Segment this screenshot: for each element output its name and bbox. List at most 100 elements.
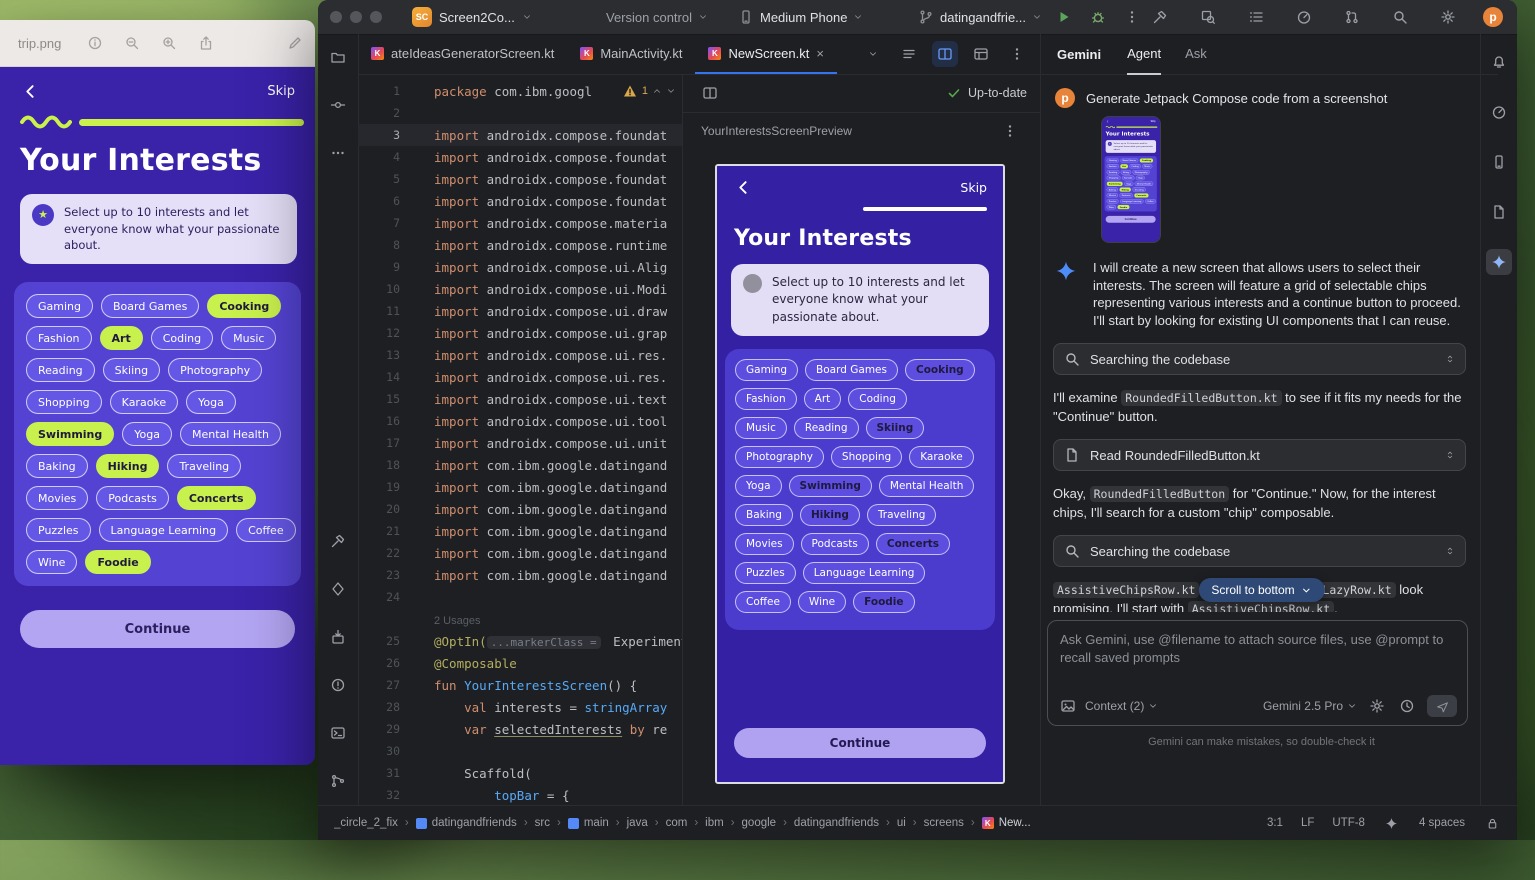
share-icon[interactable] [198,35,214,51]
profiler-icon[interactable] [1291,4,1317,30]
gradle-icon[interactable] [1486,99,1512,125]
breadcrumb-item[interactable]: K datingandfriends [794,817,897,829]
app-insights-icon[interactable] [325,576,351,602]
code-line[interactable]: 23import com.ibm.google.datingand [358,564,682,586]
code-line[interactable]: 18import com.ibm.google.datingand [358,454,682,476]
todo-list-icon[interactable] [1243,4,1269,30]
problems-icon[interactable] [325,672,351,698]
gemini-prompt-input[interactable] [1058,629,1457,685]
code-line[interactable]: 6import androidx.compose.foundat [358,190,682,212]
code-line[interactable]: 1package com.ibm.googl1 [358,80,682,102]
branch-selector[interactable]: datingandfrie... [918,0,1042,34]
breadcrumb-item[interactable]: K main [568,817,627,829]
preview-options-icon[interactable] [997,118,1023,144]
editor-tab[interactable]: K NewScreen.kt × [695,34,837,74]
code-line[interactable]: 25@OptIn(...markerClass = Experiment [358,630,682,652]
code-line[interactable]: 24 [358,586,682,608]
version-control-icon[interactable] [325,768,351,794]
breadcrumb-item[interactable]: K src [535,817,568,829]
split-view-icon[interactable] [932,41,958,67]
markup-icon[interactable] [287,35,303,51]
breadcrumb-item[interactable]: K New... [982,817,1031,829]
info-icon[interactable] [87,35,103,51]
tool-call-row[interactable]: Searching the codebase [1053,535,1466,567]
expand-icon[interactable] [1445,354,1455,364]
notifications-icon[interactable] [1486,49,1512,75]
tool-call-row[interactable]: Read RoundedFilledButton.kt [1053,439,1466,471]
code-line[interactable]: 14import androidx.compose.ui.res. [358,366,682,388]
profile-avatar[interactable]: p [1483,7,1503,27]
caret-position[interactable]: 3:1 [1267,817,1283,829]
code-line[interactable]: 30 [358,740,682,762]
code-line[interactable]: 9import androidx.compose.ui.Alig [358,256,682,278]
gemini-tab[interactable]: Ask [1185,33,1207,75]
screenshot-thumbnail[interactable]: Skip Your Interests ★ Select up to 10 in… [1101,116,1161,243]
context-selector[interactable]: Context (2) [1085,699,1158,713]
ai-status-icon[interactable] [1383,814,1401,832]
breadcrumb-item[interactable]: K datingandfriends [416,817,535,829]
indent-setting[interactable]: 4 spaces [1419,817,1465,829]
history-icon[interactable] [1397,696,1417,716]
attach-image-icon[interactable] [1058,696,1078,716]
expand-icon[interactable] [1445,450,1455,460]
hidden-tabs-icon[interactable] [860,41,886,67]
code-line[interactable]: 2 [358,102,682,124]
tool-call-row[interactable]: Searching the codebase [1053,343,1466,375]
build-icon[interactable] [1147,4,1173,30]
pull-requests-icon[interactable] [1339,4,1365,30]
more-tool-windows-icon[interactable] [325,140,351,166]
line-ending[interactable]: LF [1301,817,1314,829]
inspections-widget[interactable]: 1 [622,83,682,99]
minimize-button[interactable] [350,11,362,23]
preview-phone-frame[interactable]: Skip Your Interests Select up to 10 inte… [715,164,1005,784]
settings-icon[interactable] [1435,4,1461,30]
code-editor[interactable]: 1package com.ibm.googl123import androidx… [358,74,682,806]
zoom-out-icon[interactable] [124,35,140,51]
lock-icon[interactable] [1483,814,1501,832]
code-line[interactable]: 22import com.ibm.google.datingand [358,542,682,564]
breadcrumb-item[interactable]: K google [742,817,794,829]
file-encoding[interactable]: UTF-8 [1332,817,1365,829]
breadcrumb-item[interactable]: K ui [897,817,924,829]
expand-icon[interactable] [1445,546,1455,556]
run-button[interactable] [1056,0,1072,34]
breadcrumb-item[interactable]: K screens [924,817,982,829]
code-line[interactable]: 12import androidx.compose.ui.grap [358,322,682,344]
code-view-icon[interactable] [896,41,922,67]
code-line[interactable]: 13import androidx.compose.ui.res. [358,344,682,366]
project-tool-icon[interactable] [325,44,351,70]
code-line[interactable]: 7import androidx.compose.materia [358,212,682,234]
terminal-icon[interactable] [325,720,351,746]
code-line[interactable]: 17import androidx.compose.ui.unit [358,432,682,454]
code-line[interactable]: 10import androidx.compose.ui.Modi [358,278,682,300]
preview-layout-icon[interactable] [697,80,723,106]
model-selector[interactable]: Gemini 2.5 Pro [1263,699,1357,713]
vcs-widget[interactable]: Version control [606,0,708,34]
send-button[interactable] [1427,695,1457,717]
editor-tab[interactable]: K MainActivity.kt × [567,34,695,74]
more-actions-icon[interactable] [1124,0,1140,34]
resource-manager-icon[interactable] [1486,199,1512,225]
gemini-tab[interactable]: Agent [1127,33,1161,75]
code-line[interactable]: 32 topBar = { [358,784,682,806]
code-line[interactable]: 26@Composable [358,652,682,674]
running-devices-icon[interactable] [1486,149,1512,175]
code-line[interactable]: 20import com.ibm.google.datingand [358,498,682,520]
code-line[interactable]: 16import androidx.compose.ui.tool [358,410,682,432]
design-view-icon[interactable] [968,41,994,67]
editor-tab[interactable]: K ateIdeasGeneratorScreen.kt × [358,34,567,74]
breadcrumb-item[interactable]: K com [666,817,706,829]
code-line[interactable]: 28 val interests = stringArray [358,696,682,718]
build-tool-icon[interactable] [325,528,351,554]
debug-button[interactable] [1090,0,1106,34]
code-line[interactable]: 8import androidx.compose.runtime [358,234,682,256]
search-everywhere-icon[interactable] [1387,4,1413,30]
close-tab-icon[interactable]: × [816,47,824,60]
device-selector[interactable]: Medium Phone [738,0,863,34]
code-line[interactable]: 19import com.ibm.google.datingand [358,476,682,498]
code-line[interactable]: 21import com.ibm.google.datingand [358,520,682,542]
code-line[interactable]: 5import androidx.compose.foundat [358,168,682,190]
commit-tool-icon[interactable] [325,92,351,118]
breadcrumb-item[interactable]: K java [627,817,666,829]
project-selector[interactable]: SC Screen2Co... [412,7,532,27]
